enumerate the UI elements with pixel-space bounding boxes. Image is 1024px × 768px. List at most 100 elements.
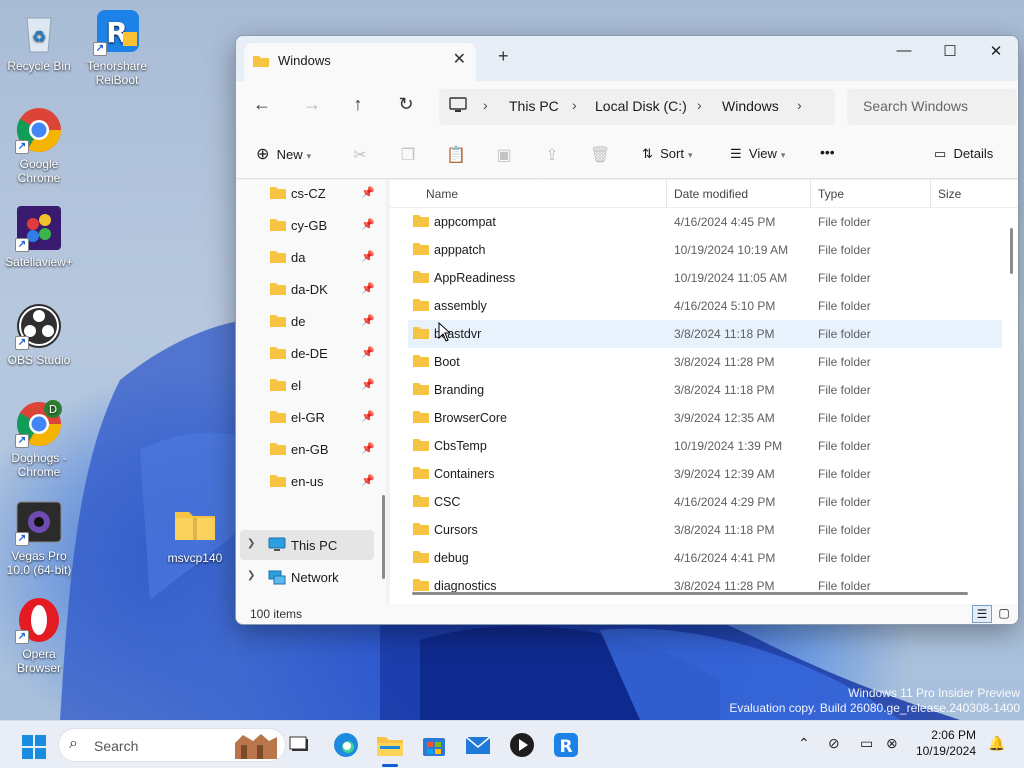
nav-item-label: da-DK: [291, 282, 328, 297]
close-tab-icon[interactable]: ✕: [453, 49, 466, 69]
paste-icon[interactable]: 📋: [446, 145, 466, 165]
taskbar-reiboot[interactable]: R: [550, 729, 582, 761]
taskbar-edge[interactable]: [330, 729, 362, 761]
maximize-button[interactable]: ☐: [927, 42, 973, 60]
column-divider[interactable]: [930, 180, 931, 208]
network-disconnected-icon[interactable]: ⊘: [828, 735, 840, 752]
table-row[interactable]: diagnostics 3/8/2024 11:28 PM File folder: [408, 572, 1002, 600]
column-name[interactable]: Name: [426, 187, 458, 201]
mail-icon: [465, 736, 491, 754]
horizontal-scrollbar[interactable]: [412, 592, 968, 595]
taskbar-store[interactable]: [418, 729, 450, 761]
mouse-cursor-icon: [438, 322, 450, 342]
breadcrumb-local-disk[interactable]: Local Disk (C:): [595, 98, 687, 114]
nav-item-network[interactable]: ❯ Network: [236, 564, 376, 592]
table-row[interactable]: CSC 4/16/2024 4:29 PM File folder: [408, 488, 1002, 516]
view-button[interactable]: ☰ View ▾: [730, 146, 785, 162]
table-row[interactable]: bcastdvr 3/8/2024 11:18 PM File folder: [408, 320, 1002, 348]
table-row[interactable]: CbsTemp 10/19/2024 1:39 PM File folder: [408, 432, 1002, 460]
details-pane-button[interactable]: ▭ Details: [934, 146, 993, 162]
desktop-icon-msvcp140[interactable]: msvcp140: [156, 500, 234, 565]
desktop-icon-recycle-bin[interactable]: ♻ Recycle Bin: [0, 8, 78, 73]
taskbar-media-player[interactable]: [506, 729, 538, 761]
title-bar: Windows ✕ + — ☐ ✕: [236, 36, 1018, 81]
minimize-button[interactable]: —: [881, 42, 927, 59]
file-type: File folder: [818, 467, 871, 481]
delete-icon[interactable]: 🗑: [590, 145, 610, 165]
table-row[interactable]: appcompat 4/16/2024 4:45 PM File folder: [408, 208, 1002, 236]
display-icon[interactable]: ▭: [860, 735, 873, 752]
tiles-view-icon[interactable]: ▢: [994, 605, 1014, 623]
forward-button[interactable]: →: [300, 94, 324, 115]
taskbar-search[interactable]: ⌕ Search: [58, 728, 286, 762]
cut-icon[interactable]: ✂: [350, 145, 370, 165]
desktop-icon-satellaview[interactable]: ↗ Satellaview+: [0, 204, 78, 269]
search-input[interactable]: Search Windows: [847, 89, 1017, 125]
vertical-scrollbar[interactable]: [1010, 228, 1013, 274]
nav-item-el-gr[interactable]: el-GR 📌: [236, 404, 376, 432]
table-row[interactable]: assembly 4/16/2024 5:10 PM File folder: [408, 292, 1002, 320]
table-row[interactable]: Boot 3/8/2024 11:28 PM File folder: [408, 348, 1002, 376]
file-name: debug: [434, 551, 469, 565]
task-view-button[interactable]: [284, 729, 316, 761]
nav-item-de[interactable]: de 📌: [236, 308, 376, 336]
column-type[interactable]: Type: [818, 187, 844, 201]
folder-icon: [252, 54, 270, 71]
column-divider[interactable]: [810, 180, 811, 208]
details-view-icon[interactable]: ☰: [972, 605, 992, 623]
start-button[interactable]: [18, 729, 50, 761]
folder-icon: [270, 346, 286, 362]
file-name: apppatch: [434, 243, 486, 257]
up-button[interactable]: ↑: [346, 94, 370, 115]
rename-icon[interactable]: ▣: [494, 145, 514, 165]
nav-item-this-pc[interactable]: ❯ This PC: [240, 530, 374, 560]
nav-item-en-us[interactable]: en-us 📌: [236, 468, 376, 496]
desktop-icon-obs[interactable]: ↗ OBS Studio: [0, 302, 78, 367]
tab-windows[interactable]: Windows ✕: [244, 43, 476, 81]
refresh-button[interactable]: ↻: [394, 94, 418, 115]
nav-item-cs-cz[interactable]: cs-CZ 📌: [236, 180, 376, 208]
table-row[interactable]: AppReadiness 10/19/2024 11:05 AM File fold…: [408, 264, 1002, 292]
table-row[interactable]: BrowserCore 3/9/2024 12:35 AM File folder: [408, 404, 1002, 432]
table-row[interactable]: Cursors 3/8/2024 11:18 PM File folder: [408, 516, 1002, 544]
desktop-icon-vegas[interactable]: ↗ Vegas Pro 10.0 (64-bit): [0, 498, 78, 577]
nav-item-el[interactable]: el 📌: [236, 372, 376, 400]
desktop-icon-chrome-profile[interactable]: D ↗ Doghogs - Chrome: [0, 400, 78, 479]
nav-item-de-de[interactable]: de-DE 📌: [236, 340, 376, 368]
close-window-button[interactable]: ✕: [973, 42, 1018, 60]
nav-item-da-dk[interactable]: da-DK 📌: [236, 276, 376, 304]
nav-item-da[interactable]: da 📌: [236, 244, 376, 272]
taskbar-mail[interactable]: [462, 729, 494, 761]
table-row[interactable]: Containers 3/9/2024 12:39 AM File folder: [408, 460, 1002, 488]
nav-scrollbar[interactable]: [382, 495, 385, 579]
notification-bell-icon[interactable]: 🔔: [988, 735, 1005, 752]
nav-item-cy-gb[interactable]: cy-GB 📌: [236, 212, 376, 240]
new-button[interactable]: ⊕ New ▾: [256, 144, 311, 164]
breadcrumb[interactable]: › This PC › Local Disk (C:) › Windows ›: [439, 89, 835, 125]
desktop-icon-chrome[interactable]: ↗ Google Chrome: [0, 106, 78, 185]
column-date-modified[interactable]: Date modified: [674, 187, 748, 201]
folder-icon: [413, 242, 429, 258]
back-button[interactable]: ←: [250, 94, 274, 115]
column-divider[interactable]: [666, 180, 667, 208]
folder-icon: [270, 442, 286, 458]
chevron-up-icon[interactable]: ⌃: [798, 735, 810, 752]
taskbar-file-explorer[interactable]: [374, 729, 406, 761]
table-row[interactable]: Branding 3/8/2024 11:18 PM File folder: [408, 376, 1002, 404]
clock[interactable]: 2:06 PM 10/19/2024: [900, 727, 976, 759]
evaluation-watermark: Windows 11 Pro Insider Preview Evaluatio…: [729, 686, 1020, 716]
new-tab-button[interactable]: +: [498, 46, 509, 67]
sort-button[interactable]: ⇅ Sort ▾: [642, 146, 693, 162]
copy-icon[interactable]: ❐: [398, 145, 418, 165]
desktop-icon-opera[interactable]: ↗ Opera Browser: [0, 596, 78, 675]
desktop-icon-reiboot[interactable]: R ↗ Tenorshare ReiBoot: [78, 8, 156, 87]
breadcrumb-this-pc[interactable]: This PC: [509, 98, 559, 114]
more-options-button[interactable]: •••: [820, 144, 835, 160]
table-row[interactable]: debug 4/16/2024 4:41 PM File folder: [408, 544, 1002, 572]
table-row[interactable]: apppatch 10/19/2024 10:19 AM File folder: [408, 236, 1002, 264]
share-icon[interactable]: ⇪: [542, 145, 562, 165]
volume-off-icon[interactable]: ⊗: [886, 735, 898, 752]
nav-item-en-gb[interactable]: en-GB 📌: [236, 436, 376, 464]
column-size[interactable]: Size: [938, 187, 961, 201]
breadcrumb-windows[interactable]: Windows: [722, 98, 779, 114]
